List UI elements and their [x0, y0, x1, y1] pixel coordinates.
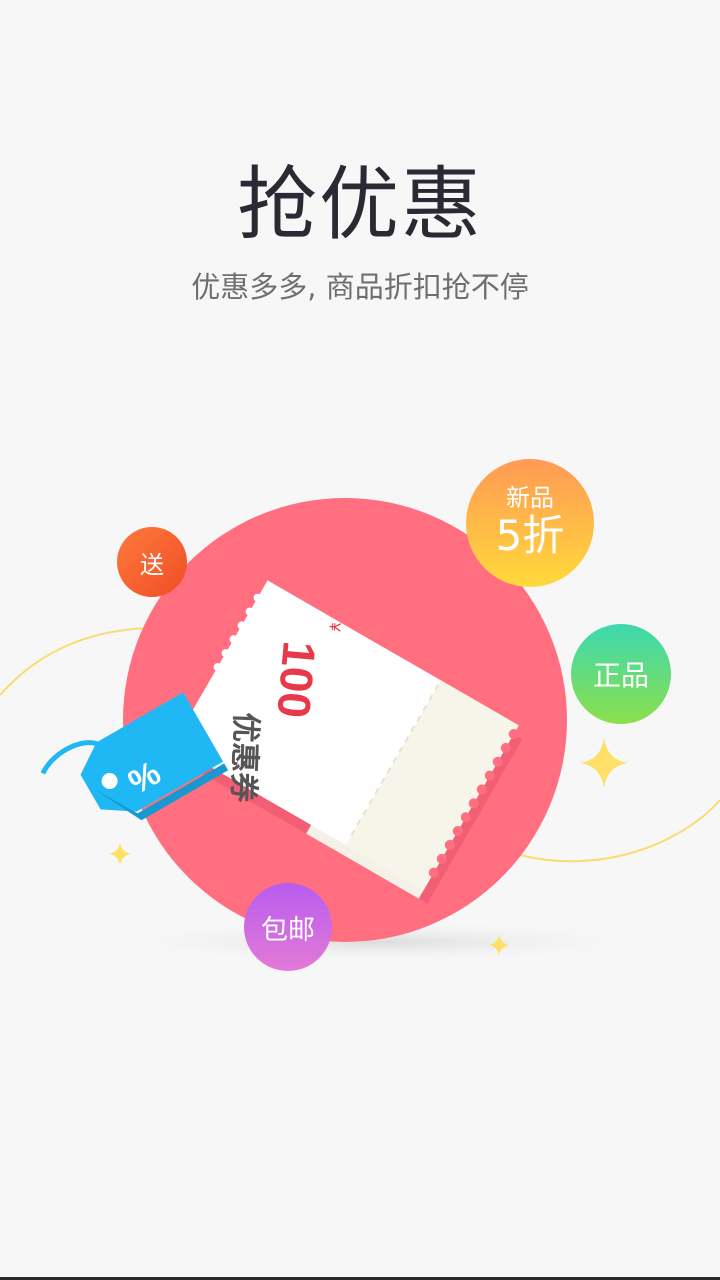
badge-new-label: 新品	[506, 484, 554, 512]
coupon-currency: ¥	[325, 621, 343, 632]
badge-new-discount: 新品 5折	[466, 459, 594, 587]
decor-curve-right	[519, 799, 720, 863]
badge-gift: 送	[117, 527, 187, 597]
page-title: 抢优惠	[237, 158, 483, 251]
badge-genuine: 正品	[571, 624, 671, 724]
badge-free-shipping: 包邮	[244, 883, 332, 971]
onboarding-page: 抢优惠 优惠多多, 商品折扣抢不停 ¥ 100 优惠券 % 送 新品 5折 正品…	[0, 0, 720, 1280]
badge-genuine-label: 正品	[592, 659, 649, 692]
badge-discount-label: 5折	[495, 511, 565, 560]
sparkle-icon	[580, 738, 628, 788]
badge-gift-label: 送	[140, 550, 164, 579]
sparkle-icon	[109, 842, 131, 866]
coupon-label: 优惠券	[225, 712, 263, 804]
badge-free-shipping-label: 包邮	[261, 914, 315, 946]
page-subtitle: 优惠多多, 商品折扣抢不停	[191, 270, 529, 304]
coupon-amount: 100	[267, 639, 325, 720]
